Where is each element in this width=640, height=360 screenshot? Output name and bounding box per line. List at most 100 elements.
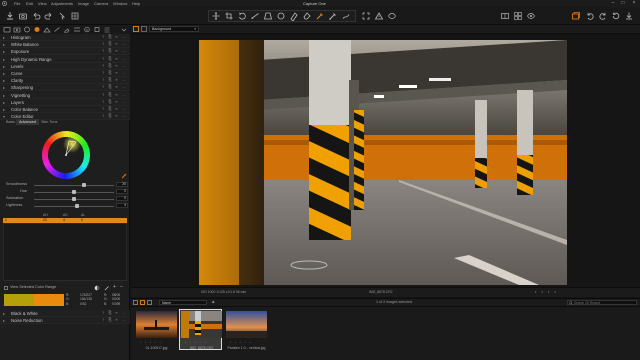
hue-slider[interactable]: Hue 0 bbox=[6, 189, 128, 195]
smoothness-value[interactable]: 20 bbox=[116, 182, 128, 187]
hue-value[interactable]: 0 bbox=[116, 189, 128, 194]
tab-output[interactable] bbox=[93, 26, 101, 33]
tab-exposure[interactable] bbox=[43, 26, 51, 33]
picker-icon[interactable] bbox=[104, 285, 110, 291]
eyedropper-tool-button[interactable] bbox=[315, 11, 325, 21]
layer-select[interactable]: Background ▾ bbox=[149, 26, 199, 32]
annotate-tool-button[interactable] bbox=[341, 11, 351, 21]
tool-header-high-dynamic-range[interactable]: ▸ High Dynamic Range ? ⎘ ≡ ⋯ bbox=[0, 55, 130, 63]
tab-lens[interactable] bbox=[23, 26, 31, 33]
menu-edit[interactable]: Edit bbox=[26, 1, 33, 6]
keystone-tool-button[interactable] bbox=[263, 11, 273, 21]
import-button[interactable] bbox=[5, 11, 15, 21]
close-button[interactable]: × bbox=[629, 0, 639, 7]
list-view-button[interactable] bbox=[133, 300, 138, 305]
sort-select[interactable]: Name bbox=[159, 300, 207, 305]
menu-view[interactable]: View bbox=[38, 1, 47, 6]
thumbnail[interactable]: • • • • • IMG_8678.CR2 bbox=[179, 309, 222, 350]
search-field[interactable] bbox=[567, 300, 637, 305]
menu-image[interactable]: Image bbox=[78, 1, 89, 6]
smoothness-slider[interactable]: Smoothness 20 bbox=[6, 182, 128, 188]
filmstrip-view-button[interactable] bbox=[147, 300, 152, 305]
spot-removal-tool-button[interactable] bbox=[276, 11, 286, 21]
menu-camera[interactable]: Camera bbox=[94, 1, 108, 6]
tool-header-icons[interactable]: ? ⎘ ≡ ⋯ bbox=[102, 114, 127, 118]
panel-menu-button[interactable] bbox=[120, 26, 128, 33]
tab-color[interactable] bbox=[33, 26, 41, 33]
compare-button[interactable] bbox=[500, 11, 510, 21]
tab-adjustments[interactable] bbox=[73, 26, 81, 33]
reset-button[interactable] bbox=[611, 11, 621, 21]
preview-button[interactable] bbox=[526, 11, 536, 21]
tool-header-clarity[interactable]: ▸ Clarity ? ⎘ ≡ ⋯ bbox=[0, 77, 130, 85]
color-wheel[interactable] bbox=[40, 129, 92, 181]
tool-header-white-balance[interactable]: ▸ White Balance ? ⎘ ≡ ⋯ bbox=[0, 41, 130, 49]
tool-header-levels[interactable]: ▸ Levels ? ⎘ ≡ ⋯ bbox=[0, 62, 130, 70]
rating-stars[interactable]: • • • • • bbox=[230, 340, 252, 344]
maximize-button[interactable]: □ bbox=[618, 0, 628, 7]
view-selected-checkbox[interactable] bbox=[4, 286, 8, 290]
rotate-tool-button[interactable] bbox=[237, 11, 247, 21]
workspace-button[interactable] bbox=[571, 11, 581, 21]
color-wheel-icon[interactable] bbox=[94, 285, 100, 291]
tab-library[interactable] bbox=[3, 26, 11, 33]
tab-advanced[interactable]: Advanced bbox=[16, 119, 39, 125]
lightness-slider[interactable]: Lightness 4 bbox=[6, 203, 128, 209]
focus-mask-button[interactable] bbox=[361, 11, 371, 21]
tool-header-icons[interactable]: ? ⎘ ≡ ⋯ bbox=[102, 85, 127, 89]
grid-tool-button[interactable] bbox=[70, 11, 80, 21]
cursor-tool-button[interactable] bbox=[57, 11, 67, 21]
tab-local-adjustments[interactable] bbox=[63, 26, 71, 33]
tool-header-icons[interactable]: ? ⎘ ≡ ⋯ bbox=[102, 93, 127, 97]
menu-adjustments[interactable]: Adjustments bbox=[51, 1, 73, 6]
eyedropper-icon[interactable] bbox=[121, 173, 127, 179]
add-range-button[interactable]: + bbox=[113, 284, 116, 290]
menu-help[interactable]: Help bbox=[132, 1, 140, 6]
lightness-value[interactable]: 4 bbox=[116, 203, 128, 208]
redo-button[interactable] bbox=[44, 11, 54, 21]
saturation-slider[interactable]: Saturation 0 bbox=[6, 196, 128, 202]
rating-stars[interactable]: • • • • • bbox=[140, 340, 162, 344]
exposure-warning-button[interactable] bbox=[374, 11, 384, 21]
tab-batch[interactable] bbox=[103, 26, 111, 33]
single-view-button[interactable] bbox=[133, 26, 139, 32]
thumbnail[interactable]: • • • • • Parisien 1.0... vertical.jpg bbox=[224, 309, 267, 350]
tool-header-icons[interactable]: ? ⎘ ≡ ⋯ bbox=[102, 35, 127, 39]
tab-skin-tone[interactable]: Skin Tone bbox=[38, 119, 61, 125]
minimize-button[interactable]: – bbox=[608, 0, 618, 7]
copy-adjustments-button[interactable] bbox=[624, 11, 634, 21]
color-picker-tool-button[interactable] bbox=[328, 11, 338, 21]
tool-header-icons[interactable]: ? ⎘ ≡ ⋯ bbox=[102, 100, 127, 104]
tool-header-icons[interactable]: ? ⎘ ≡ ⋯ bbox=[102, 107, 127, 111]
tool-header-icons[interactable]: ? ⎘ ≡ ⋯ bbox=[102, 42, 127, 46]
sort-direction-icon[interactable]: ▲ bbox=[211, 299, 215, 304]
tool-header-exposure[interactable]: ▸ Exposure ? ⎘ ≡ ⋯ bbox=[0, 48, 130, 56]
capture-button[interactable] bbox=[18, 11, 28, 21]
mask-tool-button[interactable] bbox=[289, 11, 299, 21]
menu-window[interactable]: Window bbox=[113, 1, 127, 6]
tool-header-vignetting[interactable]: ▸ Vignetting ? ⎘ ≡ ⋯ bbox=[0, 91, 130, 99]
slider-thumb[interactable] bbox=[75, 204, 80, 208]
multi-view-button[interactable] bbox=[141, 26, 147, 32]
rotate-left-button[interactable] bbox=[585, 11, 595, 21]
slider-thumb[interactable] bbox=[81, 183, 86, 187]
tool-header-histogram[interactable]: ▸ Histogram ? ⎘ ≡ ⋯ bbox=[0, 34, 130, 41]
rotate-right-button[interactable] bbox=[598, 11, 608, 21]
remove-range-button[interactable]: − bbox=[120, 284, 123, 290]
tool-header-noise-reduction[interactable]: ▸ Noise Reduction ? ⎘ ≡ ⋯ bbox=[0, 317, 130, 324]
tool-header-layers[interactable]: ▸ Layers ? ⎘ ≡ ⋯ bbox=[0, 98, 130, 106]
tool-header-icons[interactable]: ? ⎘ ≡ ⋯ bbox=[102, 49, 127, 53]
tool-header-color-balance[interactable]: ▸ Color Balance ? ⎘ ≡ ⋯ bbox=[0, 106, 130, 113]
viewer-footer-controls[interactable]: ▪ ▪ ▪ ▪ bbox=[535, 289, 558, 294]
slider-thumb[interactable] bbox=[72, 190, 76, 194]
proof-button[interactable] bbox=[387, 11, 397, 21]
tool-header-icons[interactable]: ? ⎘ ≡ ⋯ bbox=[102, 57, 127, 61]
grid-view-button[interactable] bbox=[513, 11, 523, 21]
tab-capture[interactable] bbox=[13, 26, 21, 33]
pan-tool-button[interactable] bbox=[211, 11, 221, 21]
tool-header-icons[interactable]: ? ⎘ ≡ ⋯ bbox=[102, 64, 127, 68]
saturation-value[interactable]: 0 bbox=[116, 196, 128, 201]
color-range-selection[interactable] bbox=[63, 135, 81, 153]
tool-header-icons[interactable]: ? ⎘ ≡ ⋯ bbox=[102, 78, 127, 82]
search-input[interactable] bbox=[574, 300, 636, 305]
